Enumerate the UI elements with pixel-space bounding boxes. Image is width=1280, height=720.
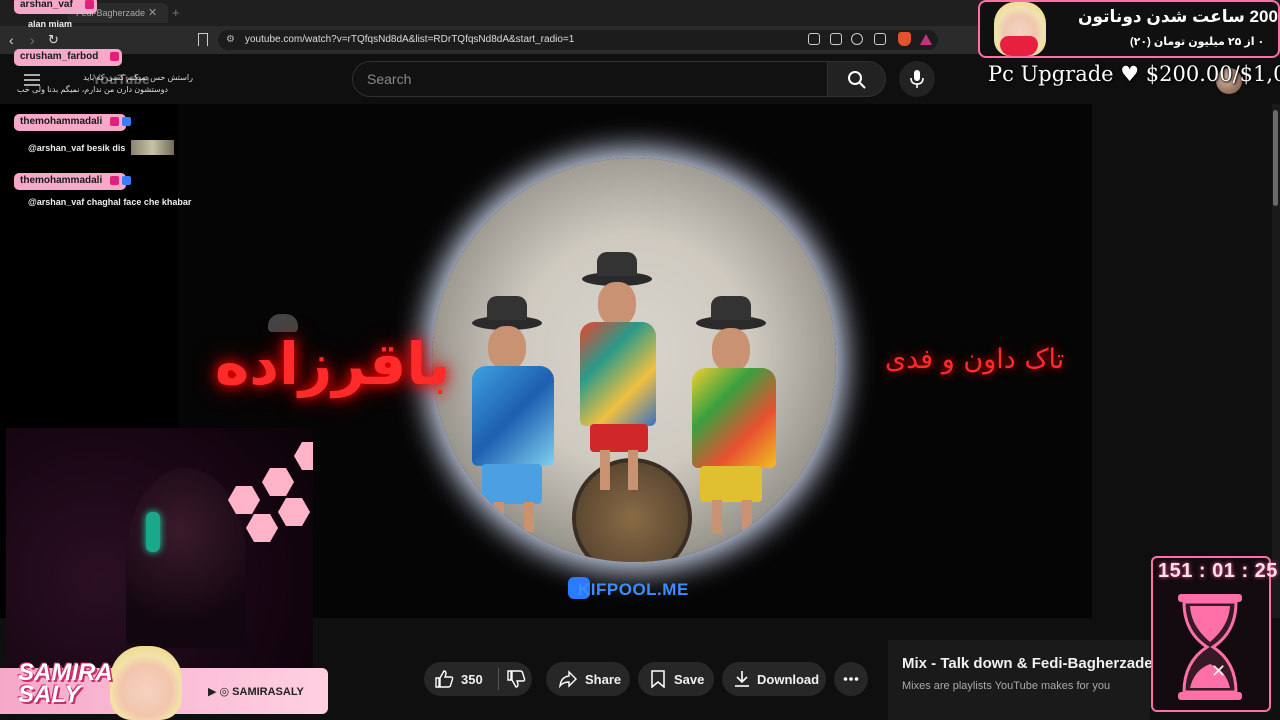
- reload-icon[interactable]: ↻: [48, 32, 59, 48]
- close-icon[interactable]: ✕: [1211, 661, 1226, 682]
- webcam-feed: [6, 428, 313, 678]
- share-button[interactable]: Share: [546, 662, 630, 696]
- download-icon: [735, 671, 749, 687]
- extension-icon[interactable]: [808, 33, 820, 45]
- timer-value: 151 : 01 : 25: [1158, 560, 1278, 582]
- chat-badge-icon: [85, 0, 94, 9]
- sidebar-area: [1092, 104, 1272, 618]
- more-icon: [843, 677, 859, 681]
- mix-subtitle: Mixes are playlists YouTube makes for yo…: [902, 680, 1111, 692]
- chat-username: arshan_vaf: [14, 0, 97, 14]
- streamer-social-handle: ▶ ◎ SAMIRASALY: [208, 686, 304, 698]
- back-icon[interactable]: ‹: [9, 32, 14, 48]
- heart-icon: [1000, 36, 1038, 56]
- mic-icon: [910, 70, 924, 88]
- new-tab-icon[interactable]: +: [172, 5, 180, 20]
- verified-badge-icon: [122, 176, 131, 185]
- save-icon: [651, 670, 665, 688]
- neon-title-right: تاک داون و فدی: [885, 344, 1065, 375]
- thumbs-up-icon: [435, 670, 454, 688]
- tab-close-icon[interactable]: ✕: [148, 6, 157, 19]
- site-info-icon[interactable]: ⚙: [226, 34, 235, 45]
- chat-message: alan miam: [28, 19, 73, 29]
- more-actions-button[interactable]: [834, 662, 868, 696]
- zoom-icon[interactable]: [851, 33, 863, 45]
- chat-badge-icon: [110, 117, 119, 126]
- chat-emote-image: [131, 140, 174, 155]
- donation-goal: Pc Upgrade ♥ $200.00/$1,000: [988, 62, 1280, 86]
- chat-message: @arshan_vaf chaghal face che khabar: [28, 197, 192, 207]
- chat-username: crusham_farbod: [14, 49, 123, 66]
- hourglass-icon: [1178, 594, 1242, 700]
- mix-title[interactable]: Mix - Talk down & Fedi-Bagherzade: [902, 655, 1153, 672]
- forward-icon[interactable]: ›: [30, 32, 35, 48]
- brave-shield-icon[interactable]: [898, 32, 911, 46]
- extension-icon[interactable]: [830, 33, 842, 45]
- chat-message: @arshan_vaf besik dis: [28, 143, 126, 153]
- share-page-icon[interactable]: [874, 33, 886, 45]
- streamer-name: SAMIRA SALY: [18, 659, 112, 708]
- like-dislike-button[interactable]: 350: [424, 662, 532, 696]
- chat-message: دوستشون دارن من ندارم، نمیگم بدنا ولی خب: [16, 85, 168, 94]
- bookmark-icon[interactable]: [198, 33, 208, 46]
- donation-title: 200 ساعت شدن دوناتون: [1078, 7, 1278, 26]
- like-divider: [498, 668, 499, 690]
- like-count: 350: [461, 672, 483, 687]
- streamer-silhouette: [126, 468, 246, 648]
- album-art-circle: [432, 158, 836, 562]
- neon-title-left: باقرزاده: [215, 330, 450, 398]
- voice-search-button[interactable]: [899, 61, 935, 97]
- headset-light: [146, 512, 160, 552]
- search-button[interactable]: [828, 61, 886, 97]
- url-text: youtube.com/watch?v=rTQfqsNd8dA&list=RDr…: [245, 34, 575, 45]
- chat-badge-icon: [110, 52, 119, 61]
- thumbs-down-icon: [507, 670, 526, 688]
- streamer-cartoon-avatar: [110, 646, 182, 720]
- chat-username: themohammadali: [14, 114, 131, 131]
- search-icon: [848, 71, 866, 89]
- share-label: Share: [585, 672, 622, 687]
- brave-rewards-icon[interactable]: [920, 34, 932, 45]
- scrollbar-thumb[interactable]: [1273, 110, 1278, 206]
- save-label: Save: [674, 672, 705, 687]
- download-label: Download: [757, 672, 820, 687]
- chat-message: راستش حس نمیکنم کسی که باید: [83, 73, 193, 82]
- hex-light: [294, 442, 313, 470]
- search-placeholder: Search: [367, 71, 412, 87]
- share-icon: [559, 670, 577, 688]
- download-button[interactable]: Download: [722, 662, 826, 696]
- hex-light: [278, 498, 310, 526]
- chat-username: themohammadali: [14, 173, 131, 190]
- search-input[interactable]: [352, 61, 828, 97]
- hex-light: [262, 468, 294, 496]
- chat-badge-icon: [110, 176, 119, 185]
- watermark-text: KIFPOOL.ME: [578, 580, 689, 599]
- save-button[interactable]: Save: [638, 662, 714, 696]
- verified-badge-icon: [122, 117, 131, 126]
- hex-light: [246, 514, 278, 542]
- donation-subtitle: ۰ از ۲۵ میلیون تومان (۲۰): [1130, 36, 1265, 48]
